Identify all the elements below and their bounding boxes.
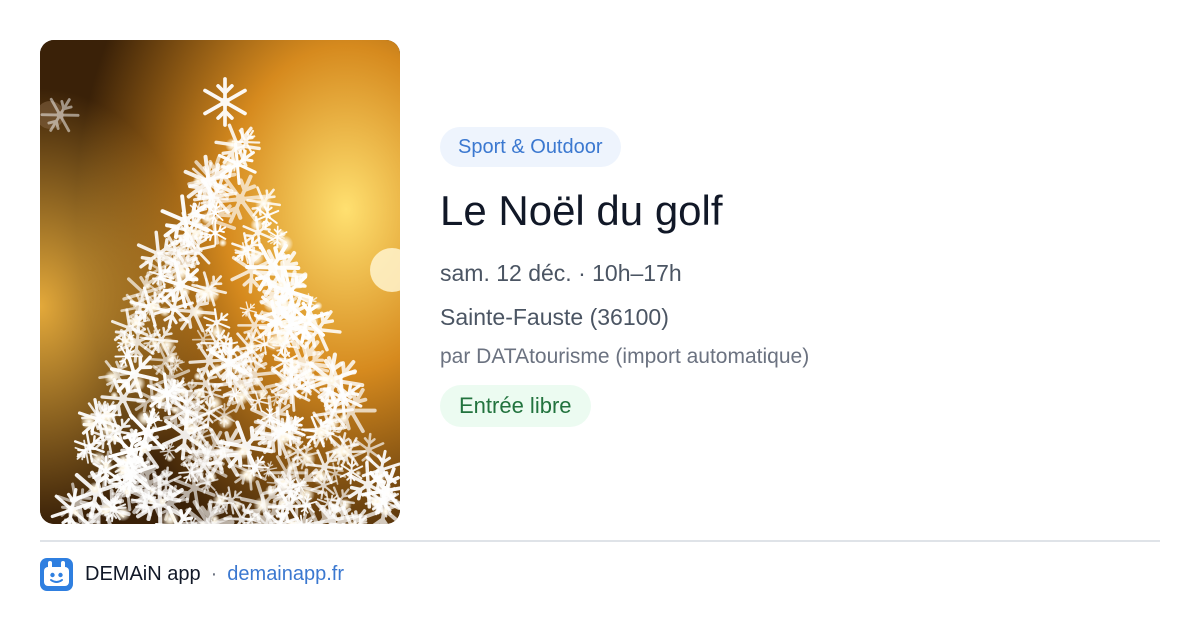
separator: · — [210, 562, 218, 585]
event-source: par DATAtourisme (import automatique) — [440, 345, 810, 368]
event-location: Sainte-Fauste (36100) — [440, 304, 669, 330]
app-logo-icon — [40, 557, 73, 591]
app-name: DEMAiN app — [85, 562, 201, 585]
event-datetime: sam. 12 déc. · 10h–17h — [440, 260, 682, 286]
event-image — [40, 40, 400, 524]
footer: DEMAiN app · demainapp.fr — [40, 557, 344, 591]
category-badge[interactable]: Sport & Outdoor — [440, 127, 621, 167]
app-domain-link[interactable]: demainapp.fr — [227, 563, 344, 586]
price-badge: Entrée libre — [440, 385, 591, 427]
event-share-card: Sport & Outdoor Le Noël du golf sam. 12 … — [0, 0, 1200, 630]
event-details: Sport & Outdoor Le Noël du golf sam. 12 … — [440, 127, 1160, 427]
event-title: Le Noël du golf — [440, 187, 723, 234]
divider — [40, 540, 1160, 542]
